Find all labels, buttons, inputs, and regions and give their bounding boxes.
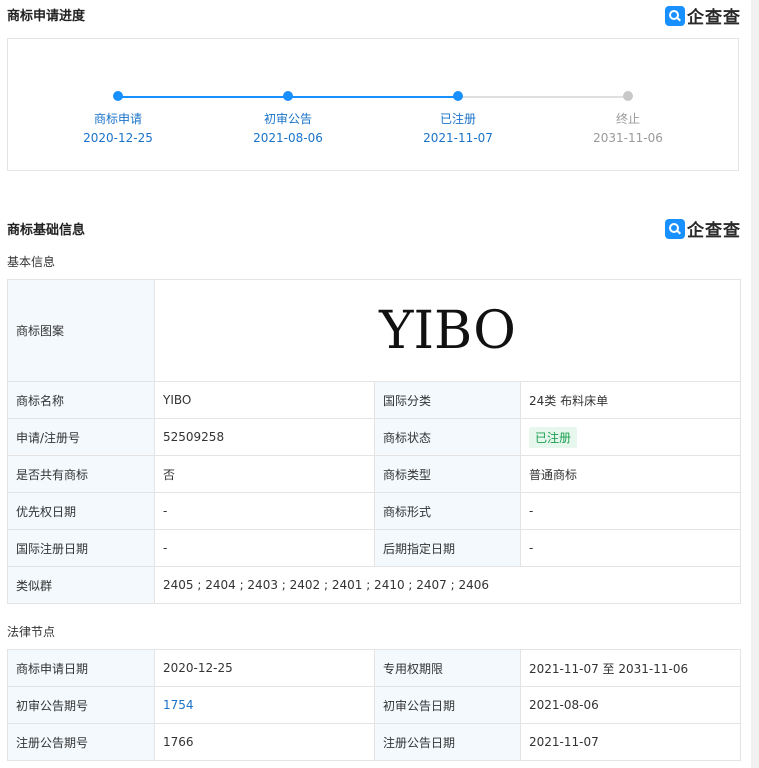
qcc-logo-icon [665,218,685,239]
field-value: - [519,529,742,567]
field-label: 国际分类 [374,381,521,419]
field-value: 否 [154,455,375,493]
step-date: 2021-11-07 [423,131,493,145]
step-date: 2021-08-06 [253,131,323,145]
progress-step-registered: 已注册 2021-11-07 [398,91,518,145]
table-row: 初审公告期号 1754 初审公告日期 2021-08-06 [7,686,741,724]
table-row: 商标申请日期 2020-12-25 专用权期限 2021-11-07 至 203… [7,649,741,687]
step-label: 已注册 [439,112,476,126]
image-label: 商标图案 [7,279,155,382]
step-dot [283,91,293,101]
field-value: 2021-11-07 [520,723,741,761]
field-label: 商标状态 [374,418,521,456]
field-label: 注册公告期号 [7,723,155,761]
field-value: 2021-08-06 [520,686,741,724]
step-label: 终止 [615,112,640,126]
field-value: YIBO [154,381,375,419]
basic-info-table: 商标图案 YIBO 商标名称 YIBO 国际分类 24类 布料床单 申请/注册号… [7,279,742,604]
progress-step-apply: 商标申请 2020-12-25 [58,91,178,145]
field-value: 24类 布料床单 [519,381,742,419]
field-label: 国际注册日期 [7,529,155,567]
trademark-image[interactable]: YIBO [163,301,732,361]
step-dot [623,91,633,101]
basic-info-title: 商标基础信息 [7,223,86,238]
table-row: 申请/注册号 52509258 商标状态 已注册 [7,418,742,456]
trademark-image-cell: YIBO [153,279,742,382]
progress-step-terminate: 终止 2031-11-06 [568,91,688,145]
qcc-logo[interactable]: 企查查 [665,216,741,241]
table-row: 商标名称 YIBO 国际分类 24类 布料床单 [7,381,742,419]
field-value: 2020-12-25 [154,649,375,687]
step-dot [453,91,463,101]
table-row: 注册公告期号 1766 注册公告日期 2021-11-07 [7,723,741,761]
qcc-logo-text: 企查查 [687,221,741,241]
field-value: - [154,529,375,567]
field-label: 是否共有商标 [7,455,155,493]
legal-nodes-subtitle: 法律节点 [7,625,56,639]
qcc-logo-icon [665,5,685,26]
step-date: 2031-11-06 [593,131,663,145]
legal-nodes-table: 商标申请日期 2020-12-25 专用权期限 2021-11-07 至 203… [7,649,741,761]
step-date: 2020-12-25 [83,131,153,145]
field-label: 商标申请日期 [7,649,155,687]
basic-info-subtitle: 基本信息 [7,255,56,269]
field-value: - [519,492,742,530]
similar-group-value: 2405 ; 2404 ; 2403 ; 2402 ; 2401 ; 2410 … [153,566,742,604]
table-row: 优先权日期 - 商标形式 - [7,492,742,530]
field-value: - [154,492,375,530]
field-label: 注册公告日期 [374,723,521,761]
field-value: 2021-11-07 至 2031-11-06 [520,649,741,687]
field-label: 后期指定日期 [374,529,521,567]
step-label: 商标申请 [93,112,142,126]
page-scrollbar[interactable] [751,0,759,768]
field-label: 类似群 [7,566,155,604]
step-dot [113,91,123,101]
field-value-cell: 1754 [154,686,375,724]
progress-title: 商标申请进度 [7,9,86,24]
field-value: 52509258 [154,418,375,456]
prelim-issue-link[interactable]: 1754 [163,698,194,712]
status-badge: 已注册 [529,426,578,448]
table-row: 国际注册日期 - 后期指定日期 - [7,529,742,567]
field-label: 初审公告期号 [7,686,155,724]
progress-timeline: 商标申请 2020-12-25 初审公告 2021-08-06 已注册 2021… [7,38,739,171]
field-label: 商标形式 [374,492,521,530]
step-label: 初审公告 [263,112,312,126]
progress-step-prelim: 初审公告 2021-08-06 [228,91,348,145]
qcc-logo[interactable]: 企查查 [665,3,741,28]
field-value: 普通商标 [519,455,742,493]
field-label: 商标类型 [374,455,521,493]
field-value-cell: 已注册 [519,418,742,456]
field-label: 申请/注册号 [7,418,155,456]
qcc-logo-text: 企查查 [687,8,741,28]
field-label: 优先权日期 [7,492,155,530]
field-label: 商标名称 [7,381,155,419]
table-row: 商标图案 YIBO [7,279,742,382]
field-label: 专用权期限 [374,649,521,687]
field-value: 1766 [154,723,375,761]
table-row: 是否共有商标 否 商标类型 普通商标 [7,455,742,493]
table-row: 类似群 2405 ; 2404 ; 2403 ; 2402 ; 2401 ; 2… [7,566,742,604]
field-label: 初审公告日期 [374,686,521,724]
